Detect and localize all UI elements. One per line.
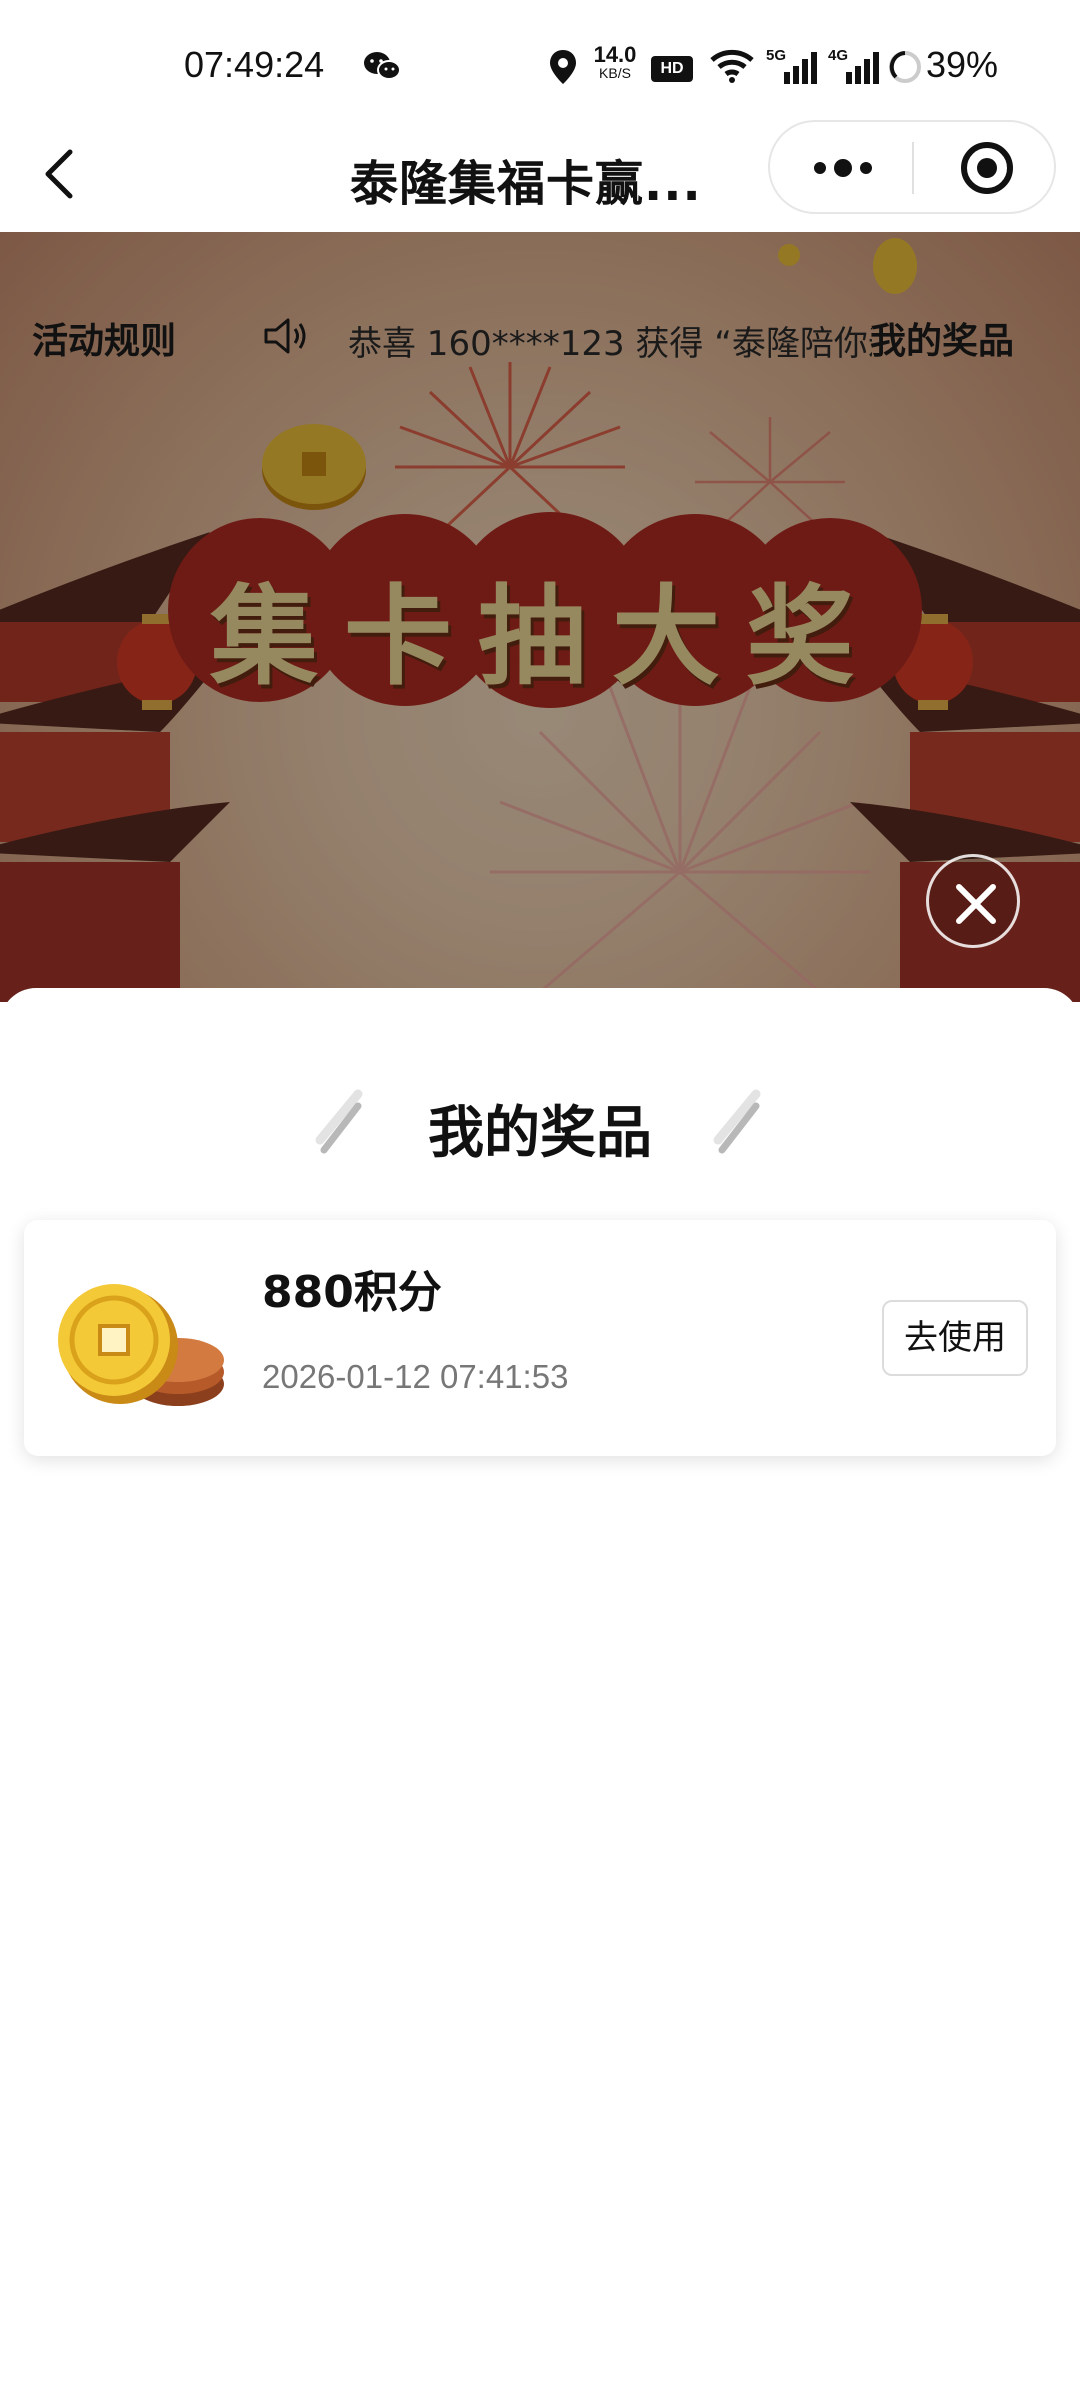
- location-icon: [550, 50, 576, 84]
- svg-text:4G: 4G: [828, 47, 848, 64]
- battery-ring-icon: [889, 51, 921, 83]
- status-time: 07:49:24: [184, 44, 325, 85]
- navigation-bar: 泰隆集福卡赢...: [0, 120, 1080, 232]
- prize-timestamp: 2026-01-12 07:41:53: [262, 1358, 569, 1395]
- status-bar: 07:49:24 14.0 KB/S HD 5G 4G 39%: [0, 0, 1080, 120]
- my-prizes-link[interactable]: 我的奖品: [870, 312, 1014, 364]
- more-icon[interactable]: [810, 150, 876, 186]
- prize-card: 880积分 2026-01-12 07:41:53 去使用: [24, 1220, 1056, 1456]
- prize-name: 880积分: [262, 1267, 442, 1318]
- capsule-divider: [912, 142, 914, 194]
- hd-badge: HD: [651, 56, 693, 82]
- speaker-icon: [264, 318, 306, 354]
- wifi-icon: [710, 49, 754, 83]
- signal-4g-icon: 4G: [828, 47, 879, 84]
- marquee-text: 恭喜 160****123 获得 “泰隆陪你过: [348, 324, 872, 364]
- sheet-title: 我的奖品: [428, 1101, 652, 1166]
- close-sheet-button[interactable]: [926, 854, 1020, 948]
- use-prize-button[interactable]: 去使用: [882, 1300, 1028, 1376]
- wechat-icon: [364, 52, 401, 80]
- signal-5g-icon: 5G: [766, 47, 817, 84]
- activity-rules-link[interactable]: 活动规则: [32, 312, 176, 364]
- my-prizes-sheet: 我的奖品 880积分 2026-01-12 07:41:53 去使用: [0, 988, 1080, 2400]
- svg-text:5G: 5G: [766, 47, 786, 64]
- network-speed: 14.0 KB/S: [593, 42, 637, 81]
- close-icon: [956, 884, 996, 924]
- battery-percent: 39%: [926, 44, 999, 85]
- miniprogram-capsule: [768, 120, 1056, 214]
- miniprogram-close-icon[interactable]: [959, 140, 1015, 196]
- page-title: 泰隆集福卡赢...: [350, 156, 702, 212]
- back-icon[interactable]: [36, 142, 82, 206]
- title-slash-right-icon: [713, 1089, 761, 1154]
- activity-banner: 集卡抽大奖 活动规则 恭喜 160****123 获得 “泰隆陪你过 我的奖品: [0, 232, 1080, 1002]
- coins-icon: [58, 1284, 224, 1406]
- winner-marquee: 恭喜 160****123 获得 “泰隆陪你过: [262, 310, 872, 366]
